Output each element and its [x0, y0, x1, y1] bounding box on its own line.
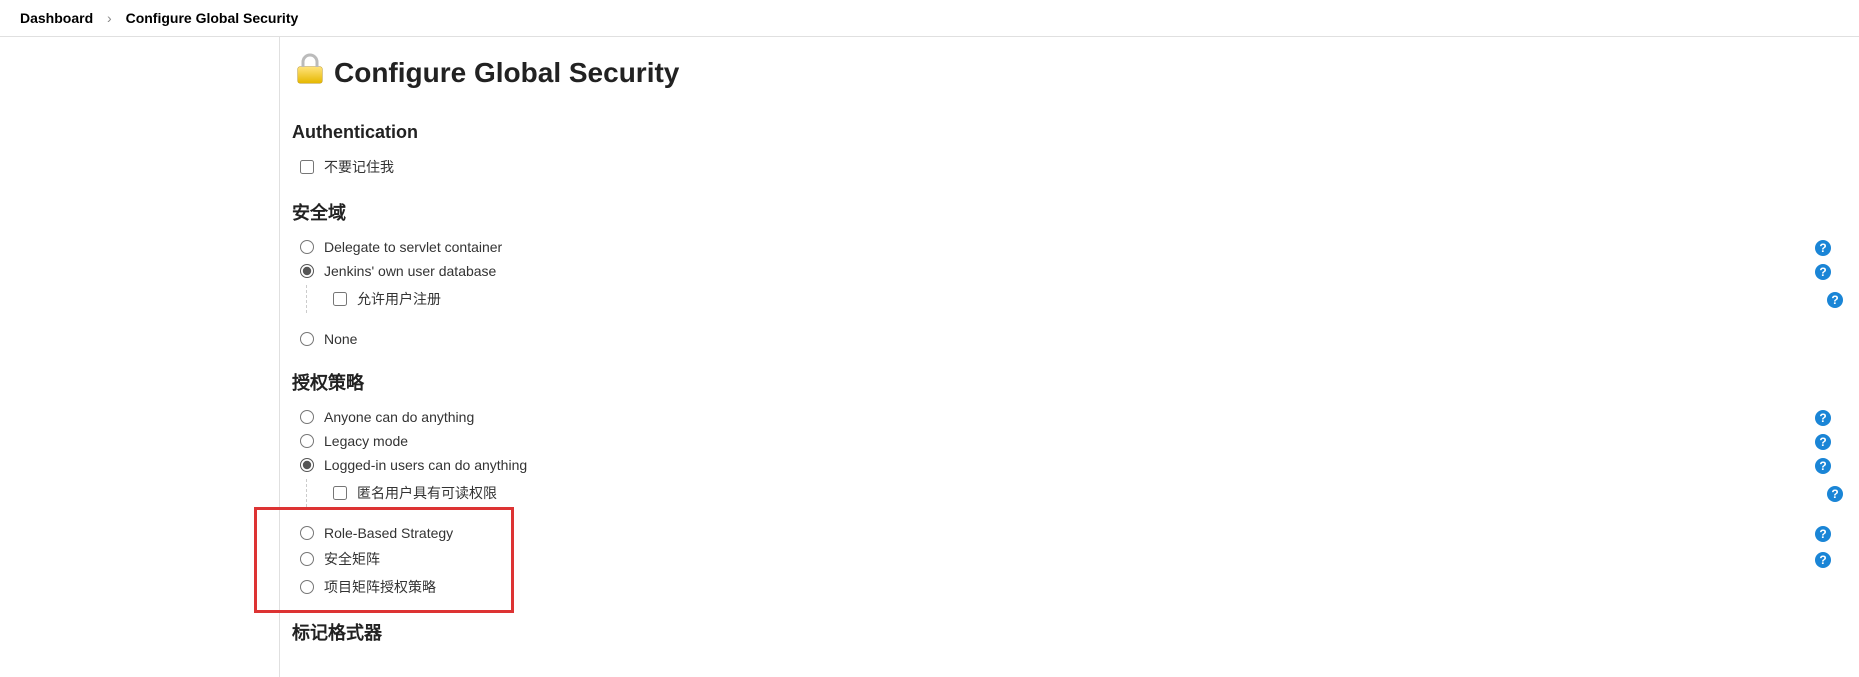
realm-none-radio[interactable]	[300, 332, 314, 346]
chevron-right-icon: ›	[107, 10, 112, 26]
help-icon[interactable]: ?	[1815, 264, 1831, 280]
authz-legacy-radio[interactable]	[300, 434, 314, 448]
section-security-realm-heading: 安全域	[292, 199, 1839, 225]
breadcrumb-current[interactable]: Configure Global Security	[126, 10, 299, 26]
authz-anyone-radio[interactable]	[300, 410, 314, 424]
section-markup-heading: 标记格式器	[292, 619, 1839, 645]
remember-me-checkbox[interactable]	[300, 160, 314, 174]
section-authentication-heading: Authentication	[292, 122, 1839, 143]
lock-icon	[292, 51, 328, 94]
allow-signup-label: 允许用户注册	[357, 289, 441, 309]
help-icon[interactable]: ?	[1815, 458, 1831, 474]
authz-matrix-label: 安全矩阵	[324, 549, 380, 569]
authz-project-matrix-label: 项目矩阵授权策略	[324, 577, 436, 597]
authz-project-matrix-radio[interactable]	[300, 580, 314, 594]
main-content: Configure Global Security Authentication…	[280, 37, 1859, 677]
authz-role-based-radio[interactable]	[300, 526, 314, 540]
anon-read-label: 匿名用户具有可读权限	[357, 483, 497, 503]
realm-own-db-label: Jenkins' own user database	[324, 263, 496, 279]
authz-logged-in-label: Logged-in users can do anything	[324, 457, 527, 473]
remember-me-label: 不要记住我	[324, 157, 394, 177]
help-icon[interactable]: ?	[1827, 292, 1843, 308]
authz-matrix-radio[interactable]	[300, 552, 314, 566]
realm-delegate-radio[interactable]	[300, 240, 314, 254]
page-title: Configure Global Security	[292, 51, 1839, 94]
realm-own-db-radio[interactable]	[300, 264, 314, 278]
help-icon[interactable]: ?	[1815, 240, 1831, 256]
realm-none-label: None	[324, 331, 357, 347]
breadcrumb: Dashboard › Configure Global Security	[0, 0, 1859, 37]
help-icon[interactable]: ?	[1827, 486, 1843, 502]
realm-delegate-label: Delegate to servlet container	[324, 239, 502, 255]
help-icon[interactable]: ?	[1815, 552, 1831, 568]
help-icon[interactable]: ?	[1815, 410, 1831, 426]
help-icon[interactable]: ?	[1815, 434, 1831, 450]
section-authorization-heading: 授权策略	[292, 369, 1839, 395]
authz-anyone-label: Anyone can do anything	[324, 409, 474, 425]
left-sidebar	[0, 37, 280, 677]
help-icon[interactable]: ?	[1815, 526, 1831, 542]
authz-role-based-label: Role-Based Strategy	[324, 525, 453, 541]
breadcrumb-dashboard[interactable]: Dashboard	[20, 10, 93, 26]
page-title-text: Configure Global Security	[334, 57, 679, 89]
authz-legacy-label: Legacy mode	[324, 433, 408, 449]
authz-logged-in-radio[interactable]	[300, 458, 314, 472]
allow-signup-checkbox[interactable]	[333, 292, 347, 306]
anon-read-checkbox[interactable]	[333, 486, 347, 500]
